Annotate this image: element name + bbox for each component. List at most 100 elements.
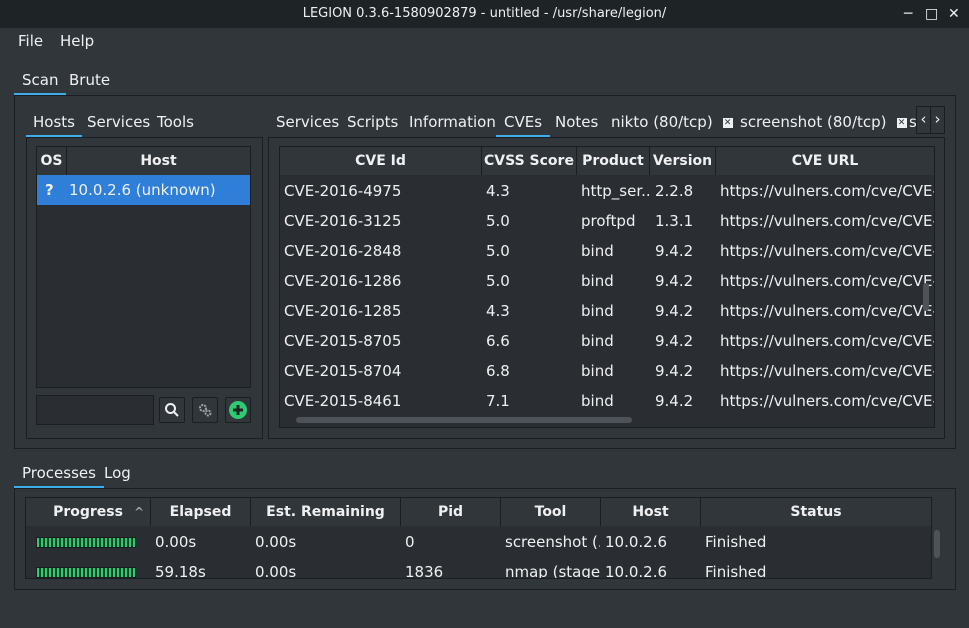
process-row[interactable]: 0.00s 0.00s 0 screenshot (... 10.0.2.6 Finish… [26,527,931,557]
tab-processes[interactable]: Processes [14,464,104,489]
host-address: 10.0.2.6 (unknown) [69,181,216,199]
settings-button[interactable] [192,397,218,423]
cve-row[interactable]: CVE-2015-8461 7.1 bind 9.4.2 https://vulners… [280,386,934,416]
version-cell: 9.4.2 [655,332,694,350]
cve-id-cell: CVE-2015-8705 [284,332,402,350]
progress-bar [36,537,136,548]
tab-scan[interactable]: Scan [14,71,67,96]
column-header-version[interactable]: Version [650,147,716,175]
tab-brute[interactable]: Brute [69,71,110,93]
column-header-host[interactable]: Host [67,147,250,175]
elapsed-cell: 59.18s [155,563,206,579]
menu-bar: File Help [0,28,969,54]
tab-services[interactable]: Services [276,113,339,135]
tab-information[interactable]: Information [409,113,496,135]
column-header-status[interactable]: Status [701,498,931,526]
column-header-est-remaining[interactable]: Est. Remaining [251,498,401,526]
cvss-score-cell: 7.1 [486,392,510,410]
product-cell: bind [581,242,614,260]
tab-nikto[interactable]: nikto (80/tcp) ✕ [611,113,733,135]
cvss-score-cell: 4.3 [486,182,510,200]
cve-row[interactable]: CVE-2016-2848 5.0 bind 9.4.2 https://vulners… [280,236,934,266]
progress-bar [36,567,136,578]
cvss-score-cell: 5.0 [486,242,510,260]
cvss-score-cell: 6.6 [486,332,510,350]
cve-id-cell: CVE-2016-4975 [284,182,402,200]
cve-vertical-scrollbar[interactable] [923,283,929,311]
cve-row[interactable]: CVE-2015-8704 6.8 bind 9.4.2 https://vulners… [280,356,934,386]
cve-url-cell: https://vulners.com/cve/CVE-2 [720,242,934,260]
cve-url-cell: https://vulners.com/cve/CVE-2 [720,182,934,200]
host-row[interactable]: ? 10.0.2.6 (unknown) [37,175,250,205]
cve-id-cell: CVE-2016-1285 [284,302,402,320]
cve-row[interactable]: CVE-2016-3125 5.0 proftpd 1.3.1 https://vuln… [280,206,934,236]
close-tab-icon[interactable]: ✕ [722,117,733,128]
processes-vertical-scrollbar[interactable] [934,530,940,558]
cve-id-cell: CVE-2015-8704 [284,362,402,380]
host-cell: 10.0.2.6 [605,533,668,551]
product-cell: proftpd [581,212,636,230]
product-cell: bind [581,272,614,290]
column-header-tool[interactable]: Tool [501,498,601,526]
cve-row[interactable]: CVE-2016-1286 5.0 bind 9.4.2 https://vulners… [280,266,934,296]
product-cell: bind [581,362,614,380]
cve-row[interactable]: CVE-2015-8705 6.6 bind 9.4.2 https://vulners… [280,326,934,356]
tab-log[interactable]: Log [104,464,131,486]
cve-id-cell: CVE-2016-3125 [284,212,402,230]
search-button[interactable] [159,397,185,423]
version-cell: 9.4.2 [655,242,694,260]
close-tab-icon[interactable]: ✕ [896,117,907,128]
process-row[interactable]: 59.18s 0.00s 1836 nmap (stage... 10.0.2.6 Fin… [26,557,931,579]
column-header-pid[interactable]: Pid [401,498,501,526]
column-header-cve-id[interactable]: CVE Id [280,147,482,175]
tab-tools[interactable]: Tools [157,113,194,135]
search-icon [165,403,179,417]
window-title: LEGION 0.3.6-1580902879 - untitled - /us… [302,6,667,21]
minimize-icon[interactable]: ─ [904,0,912,28]
add-icon [229,401,247,419]
maximize-icon[interactable]: □ [925,0,938,28]
cvss-score-cell: 4.3 [486,302,510,320]
product-cell: bind [581,392,614,410]
tab-scroll-left-icon[interactable]: ‹ [916,106,931,134]
tab-nikto-label: nikto (80/tcp) [611,113,713,131]
version-cell: 9.4.2 [655,302,694,320]
processes-table-header: Progress ^ Elapsed Est. Remaining Pid To… [26,498,931,526]
close-icon[interactable]: ✕ [948,0,960,28]
status-cell: Finished [705,563,767,579]
tab-hosts[interactable]: Hosts [26,113,82,138]
version-cell: 2.2.8 [655,182,694,200]
menu-help[interactable]: Help [60,32,94,50]
product-cell: bind [581,332,614,350]
cve-url-cell: https://vulners.com/cve/CVE-2 [720,362,934,380]
host-filter-input[interactable] [36,395,154,425]
tab-screenshot[interactable]: screenshot (80/tcp) ✕ [740,113,907,135]
column-header-cvss[interactable]: CVSS Score [482,147,577,175]
cve-row[interactable]: CVE-2016-4975 4.3 http_ser... 2.2.8 https://… [280,176,934,206]
column-header-cve-url[interactable]: CVE URL [716,147,934,175]
tab-cves[interactable]: CVEs [496,113,551,138]
cve-url-cell: https://vulners.com/cve/CVE-2 [720,212,934,230]
sort-ascending-icon: ^ [133,505,144,519]
tab-scripts[interactable]: Scripts [347,113,398,135]
column-header-host[interactable]: Host [601,498,701,526]
elapsed-cell: 0.00s [155,533,197,551]
version-cell: 9.4.2 [655,272,694,290]
column-header-elapsed[interactable]: Elapsed [151,498,251,526]
cvss-score-cell: 6.8 [486,362,510,380]
cve-url-cell: https://vulners.com/cve/CVE-2 [720,272,934,290]
tab-scroll-right-icon[interactable]: › [930,106,945,134]
tab-services-left[interactable]: Services [87,113,150,135]
column-header-progress[interactable]: Progress ^ [26,498,151,526]
cve-horizontal-scrollbar[interactable] [296,417,632,423]
title-bar: LEGION 0.3.6-1580902879 - untitled - /us… [0,0,969,28]
column-header-os[interactable]: OS [37,147,67,175]
cve-row[interactable]: CVE-2016-1285 4.3 bind 9.4.2 https://vulners… [280,296,934,326]
add-host-button[interactable] [225,397,251,423]
menu-file[interactable]: File [18,32,43,50]
tool-cell: screenshot (... [505,533,600,551]
remaining-cell: 0.00s [255,563,297,579]
tab-notes[interactable]: Notes [555,113,598,135]
column-header-product[interactable]: Product [577,147,650,175]
column-header-progress-label: Progress [53,504,123,520]
